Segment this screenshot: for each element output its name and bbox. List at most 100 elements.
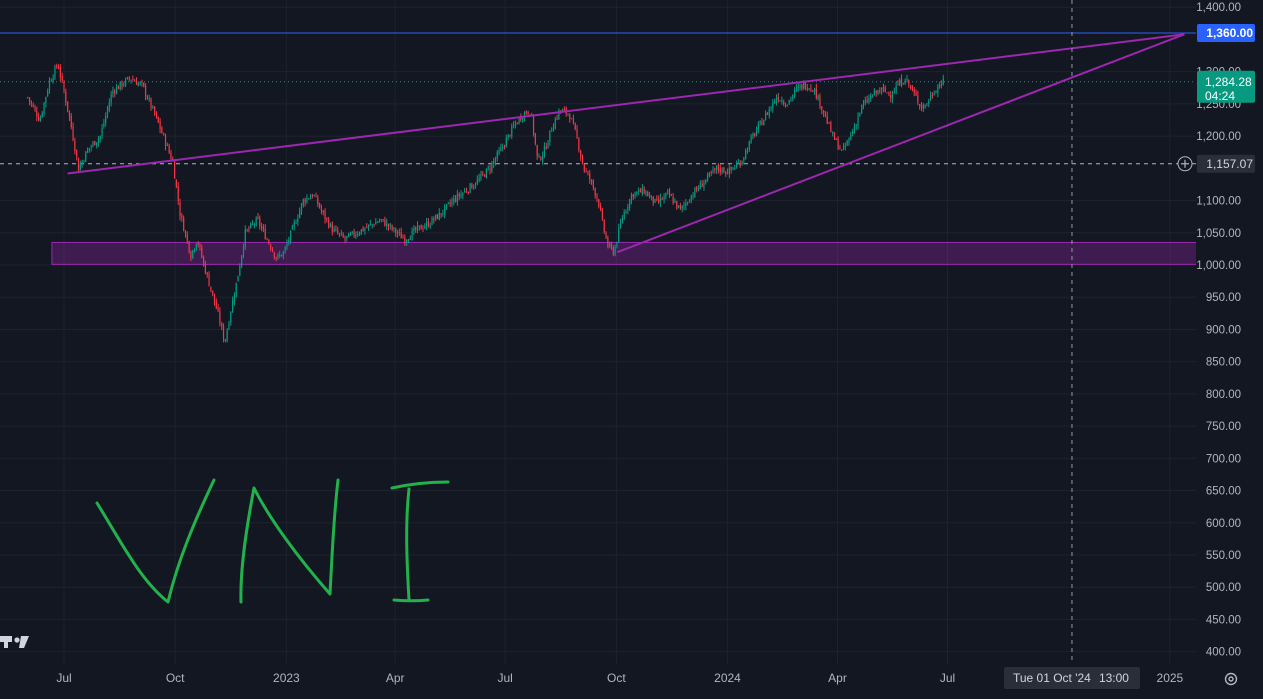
candle-body xyxy=(43,102,45,114)
candle-body xyxy=(215,301,217,309)
candle-body xyxy=(571,118,573,120)
price-tick-label: 850.00 xyxy=(1206,357,1241,369)
candle-body xyxy=(890,95,892,98)
candle-body xyxy=(503,146,506,148)
tradingview-logo[interactable] xyxy=(0,636,29,648)
candle-body xyxy=(804,82,807,90)
candle-body xyxy=(130,79,132,81)
candle-body xyxy=(183,218,185,232)
candle-body xyxy=(746,150,749,152)
candle-body xyxy=(94,141,96,146)
candle-body xyxy=(527,112,529,115)
time-tick-label: Jul xyxy=(940,671,955,685)
candle-body xyxy=(134,80,136,82)
candle-body xyxy=(128,77,130,80)
candle-body xyxy=(467,192,469,194)
candle-body xyxy=(81,161,83,166)
price-chart[interactable]: 1,400.001,300.001,250.001,200.001,100.00… xyxy=(0,0,1263,699)
candle-body xyxy=(536,144,538,156)
candle-body xyxy=(911,86,914,90)
candle-body xyxy=(204,262,207,274)
candle-body xyxy=(270,244,272,250)
candle-body xyxy=(893,91,895,94)
candle-body xyxy=(177,186,179,202)
time-tick-label: 2024 xyxy=(714,671,741,685)
price-badge-1360-label: 1,360.00 xyxy=(1206,26,1253,40)
candle-body xyxy=(146,96,148,100)
candle-body xyxy=(821,106,823,111)
candle-body xyxy=(248,228,250,230)
candle-body xyxy=(690,195,692,202)
candle-body xyxy=(790,98,792,100)
candle-body xyxy=(725,172,727,174)
candle-body xyxy=(547,142,549,149)
candle-body xyxy=(554,119,556,129)
candle-body xyxy=(155,113,158,117)
candle-body xyxy=(435,214,437,220)
handwriting-letter-i-top xyxy=(390,480,450,490)
candle-body xyxy=(891,94,894,100)
candle-body xyxy=(476,179,478,185)
candle-body xyxy=(255,217,257,226)
trendline-lower[interactable] xyxy=(617,33,1185,254)
candle-body xyxy=(396,232,399,234)
price-axis[interactable]: 1,400.001,300.001,250.001,200.001,100.00… xyxy=(1196,0,1263,699)
candle-body xyxy=(293,222,295,227)
candle-body xyxy=(601,209,604,220)
candle-body xyxy=(900,78,903,85)
candle-body xyxy=(641,187,643,194)
candle-body xyxy=(384,219,386,227)
candle-body xyxy=(491,163,493,172)
candle-body xyxy=(493,160,495,164)
candle-body xyxy=(772,102,774,109)
price-tick-label: 650.00 xyxy=(1206,486,1241,498)
candle-body xyxy=(346,236,348,238)
price-tick-label: 950.00 xyxy=(1206,292,1241,304)
candle-body xyxy=(634,192,636,197)
candle-body xyxy=(806,88,808,90)
time-tick-label: 2023 xyxy=(273,671,300,685)
candle-body xyxy=(387,224,390,227)
candle-body xyxy=(181,215,183,218)
candle-body xyxy=(47,90,49,97)
candle-body xyxy=(226,330,228,342)
candle-body xyxy=(115,86,118,94)
candle-body xyxy=(735,164,738,167)
candle-body xyxy=(135,80,138,85)
chart-area[interactable]: 1,400.001,300.001,250.001,200.001,100.00… xyxy=(0,0,1263,699)
support-zone-layer xyxy=(51,241,1263,265)
candle-body xyxy=(616,242,618,246)
candle-body xyxy=(277,254,279,258)
candle-body xyxy=(150,98,152,108)
candle-body xyxy=(522,118,524,120)
candle-body xyxy=(926,103,928,105)
candle-body xyxy=(67,101,69,111)
candle-body xyxy=(603,220,605,232)
candle-body xyxy=(781,100,783,102)
candle-body xyxy=(908,79,910,85)
candle-body xyxy=(431,217,433,225)
candle-body xyxy=(304,199,306,203)
candle-body xyxy=(244,229,246,248)
time-axis[interactable]: Jul Oct 2023 Apr Jul Oct 2024 Apr Jul 2025 Tue 01 … xyxy=(0,664,1263,699)
candle-body xyxy=(230,312,232,323)
support-zone-rectangle[interactable] xyxy=(51,241,1263,265)
candle-body xyxy=(502,147,504,149)
candle-body xyxy=(728,167,730,174)
candle-body xyxy=(625,210,627,213)
candle-body xyxy=(416,225,419,231)
candle-body xyxy=(351,231,353,234)
candle-body xyxy=(369,223,371,225)
candle-body xyxy=(282,251,284,256)
candle-body xyxy=(543,146,546,156)
candle-body xyxy=(96,142,98,146)
candle-body xyxy=(549,130,551,142)
candle-body xyxy=(329,223,332,228)
candle-body xyxy=(636,191,638,194)
candle-body xyxy=(487,167,489,169)
candle-body xyxy=(358,233,361,235)
candle-body xyxy=(235,282,237,297)
last-price-countdown: 04:24 xyxy=(1205,89,1235,103)
candle-body xyxy=(706,174,709,181)
candle-body xyxy=(848,138,850,143)
